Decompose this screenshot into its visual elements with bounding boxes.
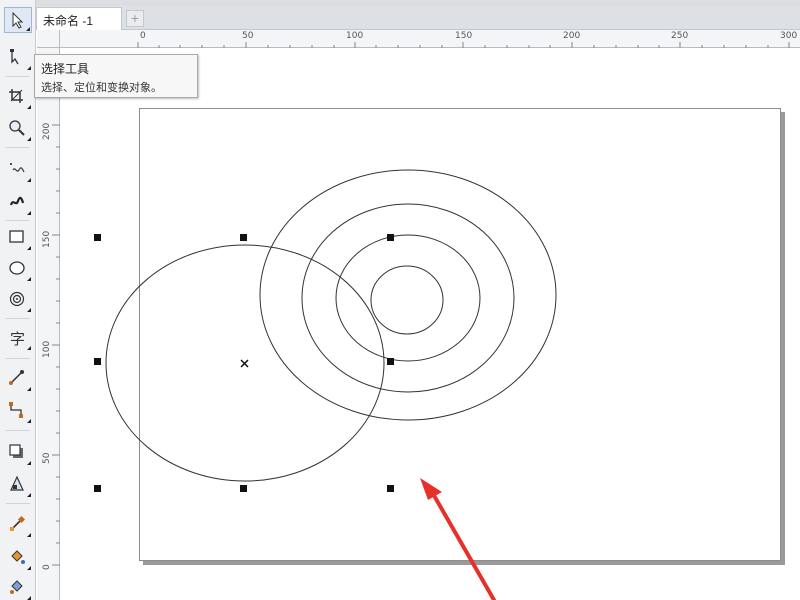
fill-bucket-icon [11, 550, 25, 564]
interactive-fill-tool-button[interactable] [4, 545, 32, 571]
handle-bottom-left[interactable] [94, 485, 101, 492]
transparency-icon [10, 475, 24, 491]
handle-top-center[interactable] [240, 234, 247, 241]
ellipse-tool-button[interactable] [4, 256, 32, 282]
toolbox-separator [6, 147, 30, 148]
concentric-ellipse-inner[interactable] [370, 265, 444, 335]
text-icon: 字 [10, 330, 26, 348]
toolbox-separator [6, 220, 30, 221]
handle-top-left[interactable] [94, 234, 101, 241]
handle-middle-right[interactable] [387, 358, 394, 365]
smart-fill-icon [10, 580, 23, 594]
flyout-corner [27, 461, 31, 465]
concentric-ellipse-2[interactable] [301, 203, 515, 393]
eyedropper-tool-button[interactable] [4, 512, 32, 538]
arrow-pointer-icon [12, 11, 24, 29]
flyout-corner [27, 277, 31, 281]
tooltip-title: 选择工具 [41, 62, 90, 76]
artistic-media-tool-button[interactable] [4, 190, 32, 216]
brush-icon [9, 196, 25, 206]
flyout-corner [27, 137, 31, 141]
pick-tool-button[interactable] [4, 7, 32, 33]
flyout-corner [27, 246, 31, 250]
toolbox-separator [6, 503, 30, 504]
polygon-tool-button[interactable] [4, 287, 32, 313]
handle-middle-left[interactable] [94, 358, 101, 365]
shape-node-icon [10, 49, 19, 65]
flyout-corner [27, 493, 31, 497]
flyout-corner [27, 533, 31, 537]
drop-shadow-tool-button[interactable] [4, 440, 32, 466]
flyout-corner [27, 178, 31, 182]
handle-bottom-center[interactable] [240, 485, 247, 492]
toolbox: 字 [0, 0, 36, 600]
flyout-corner [27, 105, 31, 109]
rectangle-tool-button[interactable] [4, 225, 32, 251]
handle-top-right[interactable] [387, 234, 394, 241]
toolbox-separator [6, 430, 30, 431]
smart-fill-tool-button[interactable] [4, 575, 32, 600]
flyout-corner [27, 308, 31, 312]
flyout-corner [27, 596, 31, 600]
freehand-tool-button[interactable] [4, 157, 32, 183]
flyout-corner [26, 27, 30, 31]
concentric-ellipse-outer[interactable] [259, 169, 557, 421]
toolbox-separator [6, 358, 30, 359]
connector-icon [9, 402, 23, 418]
flyout-corner [27, 66, 31, 70]
text-tool-button[interactable]: 字 [4, 325, 32, 351]
zoom-tool-button[interactable] [4, 116, 32, 142]
toolbox-separator [6, 318, 30, 319]
flyout-corner [27, 566, 31, 570]
corel-draw-window: 未命名 -1 + 0 50 100 150 200 250 300 200 15… [0, 0, 800, 600]
flyout-corner [27, 211, 31, 215]
flyout-corner [27, 346, 31, 350]
parallel-dimension-tool-button[interactable] [4, 366, 32, 392]
freehand-icon [10, 163, 25, 173]
tooltip-description: 选择、定位和变换对象。 [41, 82, 162, 94]
shape-tool-button[interactable] [4, 45, 32, 71]
concentric-ellipse-3[interactable] [335, 234, 481, 362]
flyout-corner [27, 419, 31, 423]
rectangle-icon [9, 230, 24, 243]
pick-tool-tooltip: 选择工具 选择、定位和变换对象。 [34, 54, 198, 98]
magnifier-icon [9, 120, 25, 136]
handle-bottom-right[interactable] [387, 485, 394, 492]
shadow-icon [9, 444, 23, 458]
ellipse-icon [9, 261, 25, 275]
rotation-center-mark[interactable] [240, 359, 249, 368]
dimension-icon [9, 370, 24, 385]
annotation-arrow [420, 478, 496, 600]
transparency-tool-button[interactable] [4, 472, 32, 498]
crop-icon [9, 89, 23, 103]
crop-tool-button[interactable] [4, 84, 32, 110]
eyedropper-icon [10, 515, 26, 531]
toolbox-separator [6, 76, 30, 77]
flyout-corner [27, 387, 31, 391]
spiral-icon [9, 291, 25, 307]
connector-tool-button[interactable] [4, 398, 32, 424]
